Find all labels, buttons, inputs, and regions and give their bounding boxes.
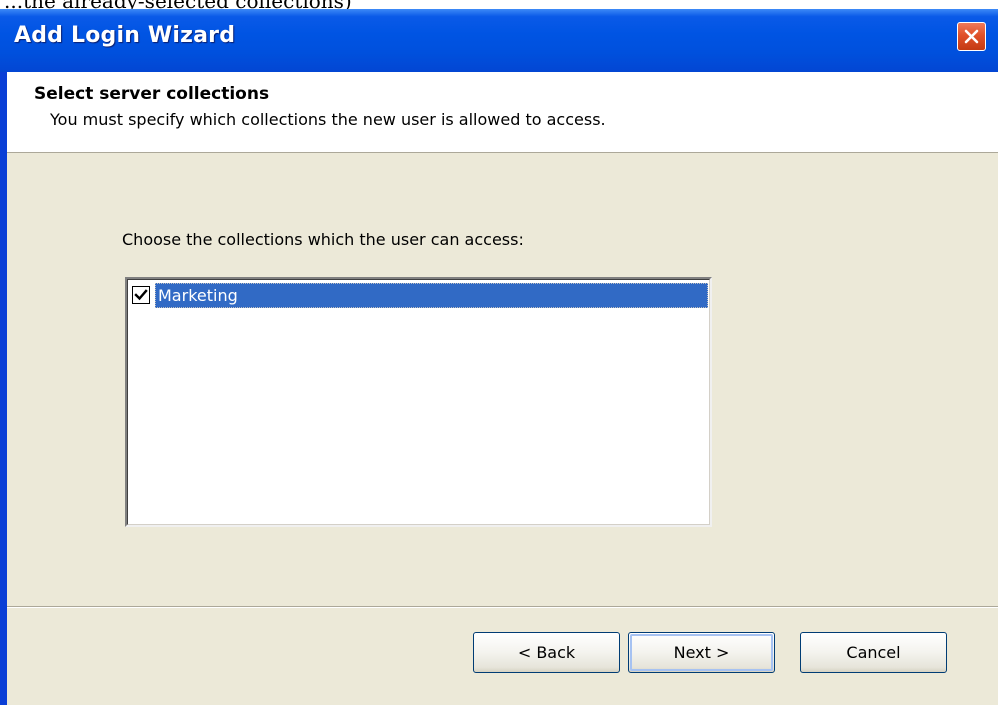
list-item[interactable]: Marketing <box>130 283 708 308</box>
listbox-frame: Marketing <box>127 279 710 525</box>
collections-listbox[interactable]: Marketing <box>125 277 712 527</box>
next-button[interactable]: Next > <box>628 632 775 673</box>
checkmark-icon <box>134 289 148 301</box>
collection-checkbox[interactable] <box>132 286 150 304</box>
title-bar[interactable]: Add Login Wizard <box>0 9 998 72</box>
dialog-body: Select server collections You must speci… <box>7 72 998 705</box>
back-button[interactable]: < Back <box>473 632 620 673</box>
collection-label[interactable]: Marketing <box>155 283 708 308</box>
wizard-header: Select server collections You must speci… <box>7 72 998 153</box>
wizard-window: Add Login Wizard Select server collectio… <box>0 9 998 705</box>
page-title: Select server collections <box>34 84 270 104</box>
cancel-button[interactable]: Cancel <box>800 632 947 673</box>
close-button[interactable] <box>957 22 986 51</box>
page-subtitle: You must specify which collections the n… <box>50 110 606 129</box>
close-icon <box>964 29 979 44</box>
footer-divider <box>7 606 998 608</box>
collections-prompt: Choose the collections which the user ca… <box>122 230 524 249</box>
window-title: Add Login Wizard <box>14 23 236 48</box>
